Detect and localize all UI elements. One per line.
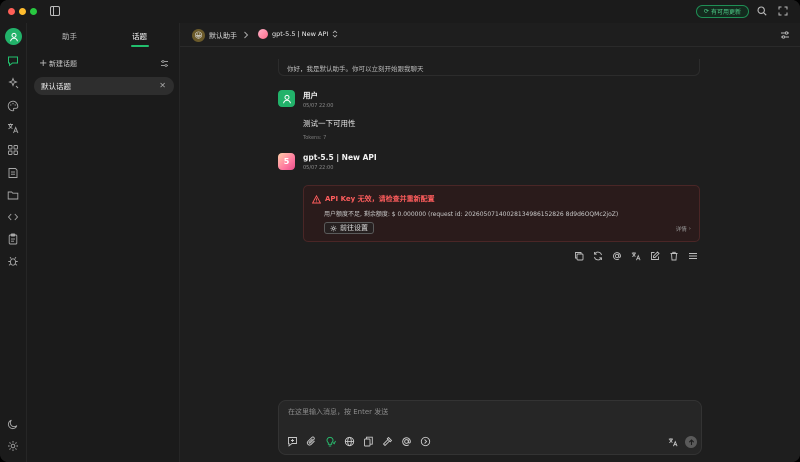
user-message-avatar [278,90,295,107]
regenerate-icon[interactable] [593,251,603,261]
warning-icon [312,194,321,204]
more-menu-icon[interactable] [688,251,698,261]
title-bar: ⟳ 有可用更新 [0,0,800,23]
user-message-tokens: Tokens: 7 [303,135,327,141]
topic-list-item[interactable]: 默认话题 ✕ [34,77,174,95]
palette-icon[interactable] [7,100,20,113]
user-message-text: 测试一下可用性 [303,119,356,128]
refresh-icon: ⟳ [703,8,709,15]
panel-tabs: 助手 话题 [27,23,180,47]
assistant-selector[interactable]: 😀 默认助手 [192,29,237,42]
assistant-message-avatar: 5 [278,153,295,170]
model-selector[interactable]: gpt-5.5 | New API [258,29,338,39]
message-input[interactable] [288,408,688,416]
chat-main: 😀 默认助手 gpt-5.5 | New API 你好，我是默认助手。你可以立刻… [180,23,800,462]
app-window: ⟳ 有可用更新 助手 话题 + 新建话题 默认话题 ✕ 😀 默认助手 gpt-5… [0,0,800,462]
active-tab-indicator [131,45,149,47]
plus-icon: + [39,58,48,69]
go-to-settings-label: 前往设置 [340,224,368,232]
new-topic-label: 新建话题 [49,60,77,68]
agents-sparkle-icon[interactable] [7,77,20,90]
arrow-up-icon [688,438,694,445]
delete-trash-icon[interactable] [669,251,679,261]
message-actions [574,251,698,261]
settings-gear-icon[interactable] [7,440,20,453]
expand-circle-arrow-icon[interactable] [420,436,431,447]
chat-header: 😀 默认助手 gpt-5.5 | New API [180,23,800,47]
apps-grid-icon[interactable] [7,144,20,157]
new-topic-button[interactable]: + 新建话题 [39,58,169,70]
user-avatar[interactable] [5,28,22,45]
folder-icon[interactable] [7,189,20,202]
error-title-text: API Key 无效，请检查并重新配置 [325,195,435,203]
go-to-settings-button[interactable]: 前往设置 [324,222,374,234]
edit-icon[interactable] [650,251,660,261]
thinking-lightbulb-icon[interactable] [325,436,336,447]
composer-toolbar [287,436,431,447]
error-details-label: 详情 [675,227,687,233]
notes-clipboard-icon[interactable] [7,233,20,246]
theme-moon-icon[interactable] [7,418,20,431]
search-icon[interactable] [757,6,767,16]
code-icon[interactable] [7,211,20,224]
assistant-message-time: 05/07 22:00 [303,165,334,171]
error-description: 用户额度不足, 剩余额度: $ 0.000000 (request id: 20… [324,211,619,218]
chat-icon[interactable] [7,55,20,68]
chevron-updown-icon [332,30,338,38]
update-available-badge[interactable]: ⟳ 有可用更新 [696,5,749,18]
mention-model-icon[interactable] [612,251,622,261]
update-label: 有可用更新 [711,9,742,16]
model-logo-icon [258,29,268,39]
new-topic-icon[interactable] [287,436,298,447]
send-button[interactable] [685,436,697,448]
topic-label: 默认话题 [41,81,71,91]
tab-topics[interactable]: 话题 [132,31,147,42]
message-composer [278,400,702,455]
chevron-right-icon [243,31,249,39]
toggle-sidebar-icon[interactable] [50,6,60,16]
copy-icon[interactable] [574,251,584,261]
fullscreen-icon[interactable] [778,6,788,16]
chevron-right-icon: › [688,226,691,232]
gear-icon [330,225,337,232]
error-alert: API Key 无效，请检查并重新配置 用户额度不足, 剩余额度: $ 0.00… [303,185,700,242]
translate-input-icon[interactable] [668,437,678,447]
knowledge-base-icon[interactable] [363,436,374,447]
icon-rail [0,23,27,462]
greeting-message: 你好，我是默认助手。你可以立刻开始跟我聊天 [278,59,700,76]
user-message-time: 05/07 22:00 [303,103,334,109]
close-window-button[interactable] [8,8,15,15]
assistant-emoji-avatar: 😀 [192,29,205,42]
close-icon[interactable]: ✕ [159,81,166,90]
attachment-paperclip-icon[interactable] [306,436,317,447]
bug-icon[interactable] [7,255,20,268]
mcp-tools-hammer-icon[interactable] [382,436,393,447]
tab-assistants[interactable]: 助手 [62,31,77,42]
error-title: API Key 无效，请检查并重新配置 [312,194,435,204]
error-details-link[interactable]: 详情 › [676,225,691,233]
translate-icon[interactable] [7,122,20,135]
mention-at-icon[interactable] [401,436,412,447]
web-search-globe-icon[interactable] [344,436,355,447]
minimize-window-button[interactable] [19,8,26,15]
translate-icon[interactable] [631,251,641,261]
assistant-message-name: gpt-5.5 | New API [303,153,377,162]
knowledge-book-icon[interactable] [7,167,20,180]
model-name: gpt-5.5 | New API [272,30,329,38]
assistant-name: 默认助手 [209,31,237,40]
topic-list-settings-icon[interactable] [160,59,169,68]
chat-settings-sliders-icon[interactable] [780,30,790,40]
topics-panel: 助手 话题 + 新建话题 默认话题 ✕ [27,23,180,462]
user-message-name: 用户 [303,91,318,100]
maximize-window-button[interactable] [30,8,37,15]
